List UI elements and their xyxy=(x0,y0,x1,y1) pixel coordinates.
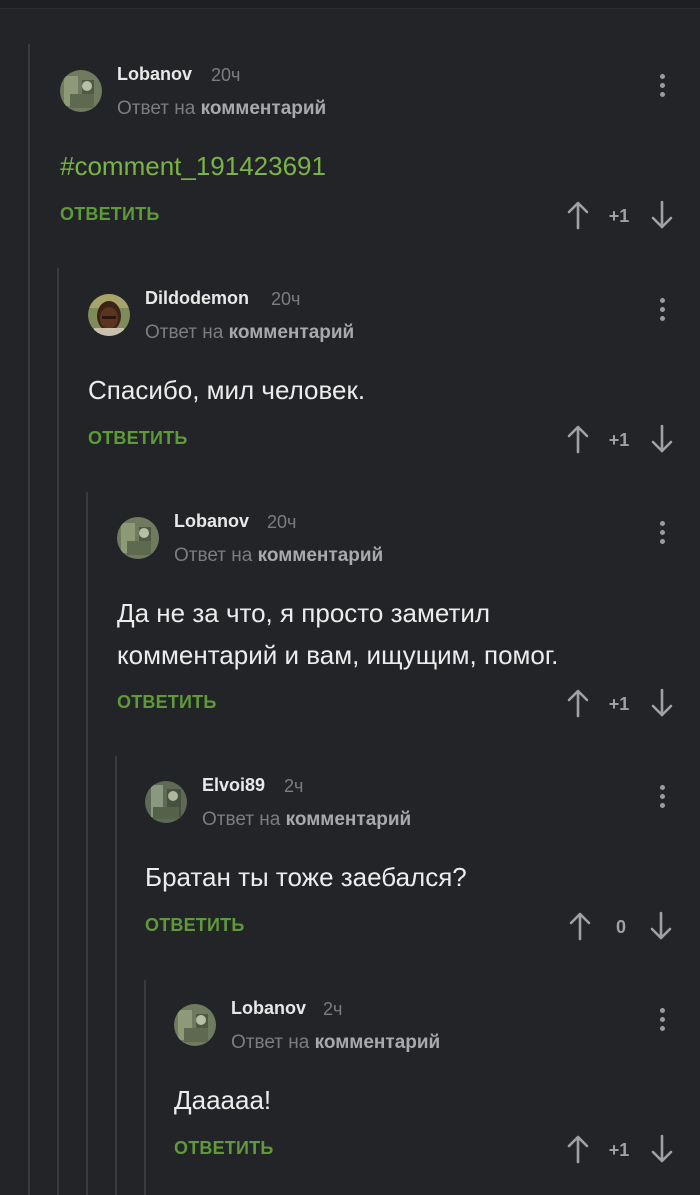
vote-score: 0 xyxy=(615,917,626,937)
comment-time: 20ч xyxy=(211,65,241,85)
comment: Elvoi89 2ч Ответ на комментарий Братан т… xyxy=(145,775,700,951)
reply-to: Ответ на комментарий xyxy=(202,809,411,831)
comment-time: 2ч xyxy=(284,776,304,796)
more-vertical-icon[interactable] xyxy=(657,521,667,551)
reply-to: Ответ на комментарий xyxy=(174,545,383,567)
reply-to: Ответ на комментарий xyxy=(231,1032,440,1054)
author-name[interactable]: Lobanov xyxy=(231,998,306,1019)
comment-time: 20ч xyxy=(271,289,301,309)
arrow-down-icon[interactable] xyxy=(650,688,674,718)
comment: Lobanov 20ч Ответ на комментарий Да не з… xyxy=(117,511,700,727)
reply-prefix: Ответ на xyxy=(145,322,224,343)
arrow-down-icon[interactable] xyxy=(650,200,674,230)
top-bar xyxy=(0,0,700,9)
arrow-up-icon[interactable] xyxy=(566,424,590,454)
reply-to: Ответ на комментарий xyxy=(117,98,326,120)
reply-button[interactable]: ОТВЕТИТЬ xyxy=(117,692,216,713)
comment-time: 2ч xyxy=(323,999,343,1019)
comment-time: 20ч xyxy=(267,512,297,532)
reply-target-link[interactable]: комментарий xyxy=(201,98,327,119)
author-name[interactable]: Lobanov xyxy=(117,64,192,85)
comment-text: Спасибо, мил человек. xyxy=(88,375,366,405)
reply-button[interactable]: ОТВЕТИТЬ xyxy=(88,428,187,449)
more-vertical-icon[interactable] xyxy=(657,74,667,104)
more-vertical-icon[interactable] xyxy=(657,785,667,815)
reply-target-link[interactable]: комментарий xyxy=(258,545,384,566)
avatar[interactable] xyxy=(174,1004,216,1046)
comment: Lobanov 2ч Ответ на комментарий Даааaa! … xyxy=(174,998,700,1174)
comment-text: Братан ты тоже заебался? xyxy=(145,862,467,892)
thread-line[interactable] xyxy=(86,492,88,1195)
reply-prefix: Ответ на xyxy=(117,98,196,119)
comment: Dildodemon 20ч Ответ на комментарий Спас… xyxy=(88,288,700,464)
thread-line[interactable] xyxy=(28,44,30,1195)
vote-score: +1 xyxy=(608,1140,630,1160)
reply-button[interactable]: ОТВЕТИТЬ xyxy=(60,204,159,225)
more-vertical-icon[interactable] xyxy=(657,298,667,328)
comment-text: комментарий и вам, ищущим, помог. xyxy=(117,640,559,670)
thread-line[interactable] xyxy=(57,268,59,1195)
arrow-down-icon[interactable] xyxy=(650,1134,674,1164)
arrow-up-icon[interactable] xyxy=(566,1134,590,1164)
reply-target-link[interactable]: комментарий xyxy=(315,1032,441,1053)
comment: Lobanov 20ч Ответ на комментарий #commen… xyxy=(60,64,700,240)
avatar[interactable] xyxy=(145,781,187,823)
arrow-up-icon[interactable] xyxy=(566,688,590,718)
author-name[interactable]: Elvoi89 xyxy=(202,775,265,796)
reply-button[interactable]: ОТВЕТИТЬ xyxy=(145,915,244,936)
reply-button[interactable]: ОТВЕТИТЬ xyxy=(174,1138,273,1159)
avatar[interactable] xyxy=(88,294,130,336)
reply-prefix: Ответ на xyxy=(202,809,281,830)
comment-text[interactable]: #comment_191423691 xyxy=(60,145,326,187)
thread-line[interactable] xyxy=(144,980,146,1195)
more-vertical-icon[interactable] xyxy=(657,1008,667,1038)
vote-score: +1 xyxy=(608,694,630,714)
comment-text: Да не за что, я просто заметил xyxy=(117,598,491,628)
comment-text: Даааaa! xyxy=(174,1085,272,1115)
author-name[interactable]: Dildodemon xyxy=(145,288,249,309)
vote-score: +1 xyxy=(608,206,630,226)
arrow-up-icon[interactable] xyxy=(566,200,590,230)
arrow-up-icon[interactable] xyxy=(568,911,592,941)
vote-score: +1 xyxy=(608,430,630,450)
avatar[interactable] xyxy=(117,517,159,559)
reply-prefix: Ответ на xyxy=(231,1032,310,1053)
reply-target-link[interactable]: комментарий xyxy=(286,809,412,830)
reply-to: Ответ на комментарий xyxy=(145,322,354,344)
avatar[interactable] xyxy=(60,70,102,112)
thread-line[interactable] xyxy=(115,756,117,1195)
arrow-down-icon[interactable] xyxy=(649,911,673,941)
reply-prefix: Ответ на xyxy=(174,545,253,566)
reply-target-link[interactable]: комментарий xyxy=(229,322,355,343)
author-name[interactable]: Lobanov xyxy=(174,511,249,532)
arrow-down-icon[interactable] xyxy=(650,424,674,454)
